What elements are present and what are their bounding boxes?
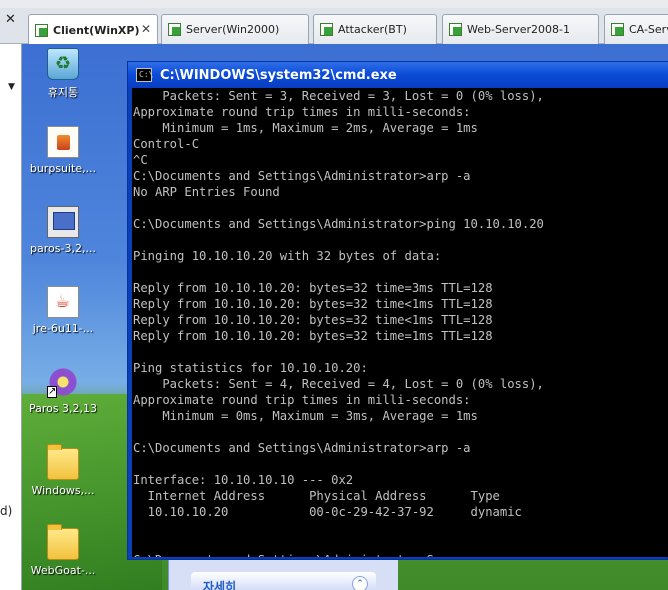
tab-close-icon[interactable]: ✕ [141, 22, 151, 36]
recycle-bin-icon [47, 48, 79, 80]
vm-icon [168, 23, 181, 36]
vm-icon [35, 23, 48, 37]
tab-label: Server(Win2000) [186, 23, 280, 36]
collapse-icon[interactable]: ⌃ [352, 576, 368, 590]
console-line: Internet Address Physical Address Type [133, 489, 500, 503]
vm-icon [449, 23, 462, 36]
desktop-icon-label: WebGoat-... [30, 564, 96, 577]
details-section-header[interactable]: 자세히 ⌃ [191, 572, 376, 590]
desktop-icon-label: 휴지통 [47, 86, 79, 99]
desktop-icon-windows-folder[interactable]: Windows,... [26, 444, 100, 497]
cmd-window: C:\ C:\WINDOWS\system32\cmd.exe Packets:… [127, 61, 668, 560]
paros-installer-icon [47, 206, 79, 238]
console-line: C:\Documents and Settings\Administrator>… [132, 552, 668, 557]
tab-label: Client(WinXP) [53, 23, 140, 37]
console-line: Approximate round trip times in milli-se… [133, 393, 471, 407]
console-line: C:\Documents and Settings\Administrator>… [133, 217, 544, 231]
console-line: 10.10.10.20 00-0c-29-42-37-92 dynamic [133, 505, 522, 519]
cmd-window-title: C:\WINDOWS\system32\cmd.exe [160, 67, 397, 83]
vm-tab-strip: Client(WinXP) ✕ Server(Win2000) Attacker… [0, 0, 668, 45]
tab-attacker-bt[interactable]: Attacker(BT) [313, 14, 437, 44]
console-line: ^C [133, 153, 148, 167]
console-line: Reply from 10.10.10.20: bytes=32 time<1m… [133, 313, 493, 327]
desktop-icon-paros-shortcut[interactable]: Paros 3,2,13 [26, 366, 100, 415]
cmd-app-icon[interactable]: C:\ [136, 68, 153, 82]
console-line: Reply from 10.10.10.20: bytes=32 time=1m… [133, 329, 493, 343]
desktop-icon-label: paros-3,2,... [30, 242, 96, 255]
cmd-title-bar[interactable]: C:\ C:\WINDOWS\system32\cmd.exe [128, 62, 668, 88]
tab-label: CA-Serv [629, 23, 668, 36]
tab-label: Attacker(BT) [338, 23, 407, 36]
desktop-icon-paros-installer[interactable]: paros-3,2,... [26, 206, 100, 255]
console-line: Approximate round trip times in milli-se… [133, 105, 471, 119]
burpsuite-icon [47, 126, 79, 158]
console-line: Reply from 10.10.10.20: bytes=32 time<1m… [133, 297, 493, 311]
desktop-icon-label: Windows,... [31, 484, 95, 497]
console-line: Reply from 10.10.10.20: bytes=32 time=3m… [133, 281, 493, 295]
side-panel-text-fragment: d) [0, 504, 13, 518]
tab-web-server2008-1[interactable]: Web-Server2008-1 [442, 14, 599, 44]
desktop-icon-recycle-bin[interactable]: 휴지통 [26, 48, 100, 100]
console-line: Pinging 10.10.10.20 with 32 bytes of dat… [133, 249, 442, 263]
folder-icon [47, 524, 79, 560]
host-side-panel: ▼ d) [0, 44, 22, 590]
desktop-icon-label: Paros 3,2,13 [28, 402, 98, 415]
console-line: Control-C [133, 137, 200, 151]
tab-server-win2000[interactable]: Server(Win2000) [161, 14, 309, 44]
console-line: Packets: Sent = 3, Received = 3, Lost = … [133, 89, 544, 103]
console-line: Ping statistics for 10.10.10.20: [133, 361, 368, 375]
tab-strip-top-bar [0, 0, 668, 8]
vm-icon [611, 23, 624, 36]
details-section-title: 자세히 [203, 580, 237, 590]
desktop-icon-label: jre-6u11-... [32, 322, 94, 335]
desktop-icon-jre[interactable]: jre-6u11-... [26, 286, 100, 335]
desktop-icon-burpsuite[interactable]: burpsuite,... [26, 126, 100, 175]
tab-label: Web-Server2008-1 [467, 23, 570, 36]
console-line: C:\Documents and Settings\Administrator>… [133, 441, 471, 455]
host-close-icon[interactable]: ✕ [5, 12, 16, 27]
chevron-down-icon[interactable]: ▼ [8, 82, 15, 92]
java-icon [47, 286, 79, 318]
console-line: Minimum = 1ms, Maximum = 2ms, Average = … [133, 121, 478, 135]
console-line: C:\Documents and Settings\Administrator>… [133, 169, 471, 183]
console-line: No ARP Entries Found [133, 185, 280, 199]
tab-ca-server[interactable]: CA-Serv [604, 14, 668, 44]
tab-client-winxp[interactable]: Client(WinXP) ✕ [28, 14, 158, 45]
desktop-icon-label: burpsuite,... [29, 162, 97, 175]
desktop-icon-webgoat-folder[interactable]: WebGoat-... [26, 524, 100, 577]
folder-icon [47, 444, 79, 480]
console-line: Packets: Sent = 4, Received = 4, Lost = … [133, 377, 544, 391]
console-line: Minimum = 0ms, Maximum = 3ms, Average = … [133, 409, 478, 423]
vm-icon [320, 23, 333, 36]
cmd-console-output[interactable]: Packets: Sent = 3, Received = 3, Lost = … [132, 88, 668, 557]
paros-shortcut-icon [47, 366, 79, 398]
console-line: Interface: 10.10.10.10 --- 0x2 [133, 473, 354, 487]
